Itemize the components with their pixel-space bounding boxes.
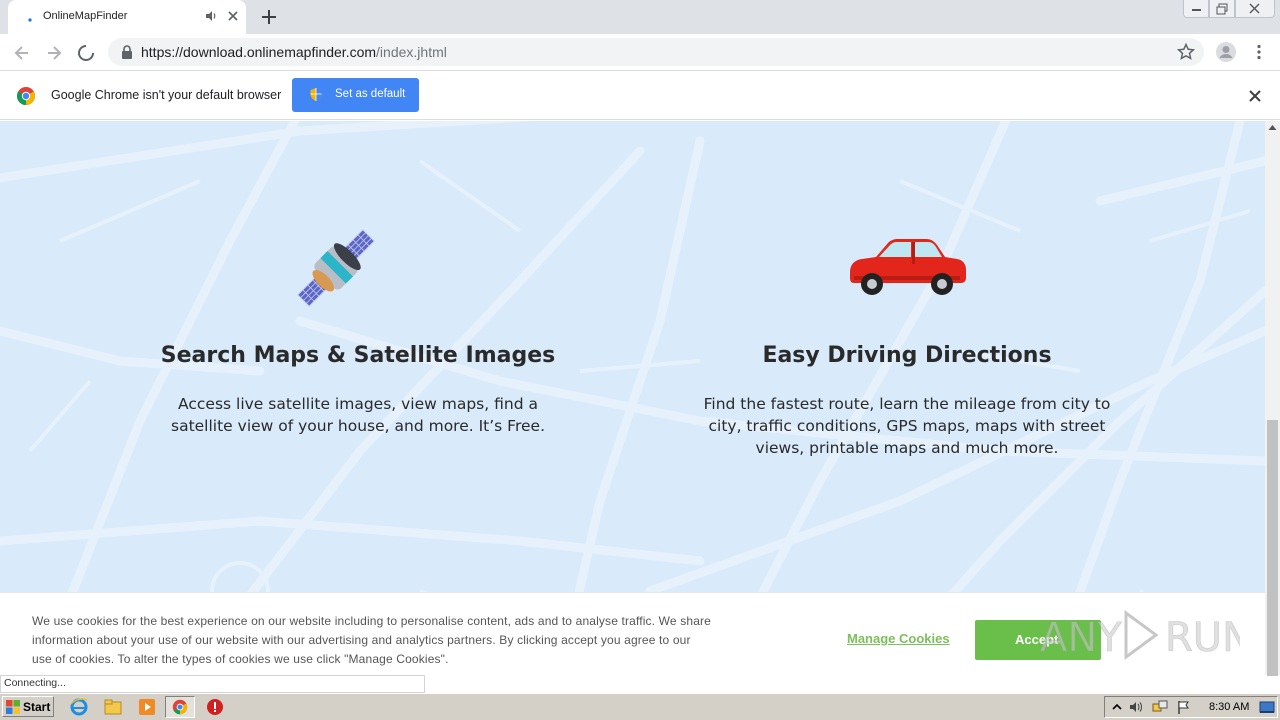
satellite-icon — [297, 229, 375, 307]
url-host: https://download.onlinemapfinder.com — [141, 44, 377, 60]
car-icon — [850, 239, 966, 295]
feature-description: Access live satellite images, view maps,… — [171, 395, 545, 435]
close-infobar-icon[interactable] — [1248, 89, 1262, 103]
feature-title: Search Maps & Satellite Images — [160, 343, 556, 368]
chrome-icon — [172, 699, 188, 715]
minimize-button[interactable] — [1183, 0, 1209, 18]
set-as-default-button[interactable]: Set as default — [292, 78, 419, 112]
taskbar-chrome-button[interactable] — [165, 696, 195, 718]
back-icon[interactable] — [12, 43, 32, 63]
windows-flag-icon — [6, 700, 20, 714]
browser-tab[interactable]: OnlineMapFinder — [8, 0, 246, 34]
internet-explorer-icon[interactable] — [70, 698, 88, 716]
stop-sign-icon[interactable] — [206, 698, 224, 716]
minimize-icon — [1192, 9, 1201, 11]
scroll-up-arrow-icon[interactable] — [1268, 124, 1277, 131]
network-icon[interactable] — [1152, 699, 1168, 715]
file-explorer-icon[interactable] — [104, 698, 122, 716]
manage-cookies-link[interactable]: Manage Cookies — [847, 631, 950, 646]
url-path: /index.jhtml — [376, 44, 447, 60]
show-desktop-icon[interactable] — [1259, 699, 1275, 715]
svg-text:ANY: ANY — [1040, 615, 1122, 661]
close-tab-icon[interactable] — [226, 9, 240, 23]
action-center-flag-icon[interactable] — [1176, 699, 1192, 715]
media-player-icon[interactable] — [138, 698, 156, 716]
feature-title: Easy Driving Directions — [762, 343, 1052, 368]
svg-text:RUN: RUN — [1165, 615, 1240, 661]
close-icon — [1249, 3, 1260, 14]
feature-description: Find the fastest route, learn the mileag… — [703, 395, 1111, 457]
scrollbar-thumb[interactable] — [1267, 420, 1278, 676]
profile-avatar-icon[interactable] — [1215, 41, 1237, 63]
cookie-text: We use cookies for the best experience o… — [32, 614, 711, 666]
url-text[interactable]: https://download.onlinemapfinder.com/ind… — [141, 44, 447, 60]
close-window-button[interactable] — [1235, 0, 1275, 18]
shield-icon — [310, 88, 322, 101]
new-tab-icon[interactable] — [258, 6, 280, 28]
tab-title: OnlineMapFinder — [43, 10, 128, 22]
restore-icon — [1216, 3, 1228, 15]
restore-button[interactable] — [1209, 0, 1235, 18]
speaker-icon[interactable] — [204, 9, 218, 23]
forward-icon[interactable] — [44, 43, 64, 63]
start-label: Start — [23, 700, 51, 714]
stop-loading-icon[interactable] — [76, 43, 96, 63]
taskbar-clock[interactable]: 8:30 AM — [1209, 701, 1249, 713]
lock-icon[interactable] — [121, 45, 133, 59]
start-button[interactable]: Start — [2, 696, 54, 717]
loading-icon — [28, 18, 32, 22]
show-hidden-icons-icon[interactable] — [1109, 699, 1125, 715]
set-as-default-label: Set as default — [335, 88, 406, 100]
anyrun-watermark-logo: ANY RUN — [1040, 610, 1240, 661]
kebab-menu-icon[interactable] — [1250, 43, 1268, 61]
infobar-message: Google Chrome isn't your default browser — [51, 88, 282, 102]
bookmark-star-icon[interactable] — [1177, 43, 1195, 61]
volume-icon[interactable] — [1128, 699, 1144, 715]
chrome-logo-icon — [16, 87, 36, 105]
status-bubble: Connecting... — [0, 675, 425, 693]
